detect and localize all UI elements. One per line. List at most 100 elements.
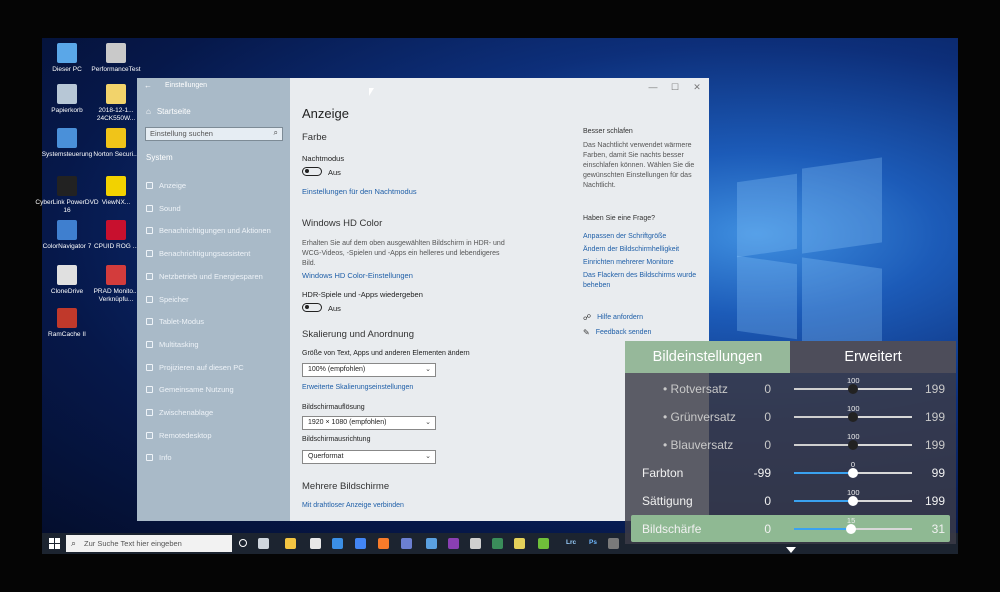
wireless-display-link[interactable]: Mit drahtloser Anzeige verbinden [302,502,404,509]
osd-row-sättigung[interactable]: Sättigung 0 100 199 [625,487,956,514]
file-explorer-icon[interactable] [285,538,296,549]
back-button[interactable]: ← [144,81,152,90]
sidebar-item-benachrichtigungsassistent[interactable]: Benachrichtigungsassistent [146,249,250,258]
osd-row-farbton[interactable]: Farbton -99 0 99 [625,459,956,486]
osd-slider-knob[interactable] [846,524,857,534]
sidebar-item-speicher[interactable]: Speicher [146,295,189,304]
app-icon-5[interactable] [492,538,503,549]
osd-row-grünversatz[interactable]: • Grünversatz 0 100 199 [625,403,956,430]
osd-slider[interactable]: 100 [794,488,912,506]
chrome-icon[interactable] [355,538,366,549]
osd-tab-picture-settings[interactable]: Bildeinstellungen [625,341,790,373]
desktop-icon-label: RamCache II [48,331,86,338]
app-icon-2[interactable] [401,538,412,549]
sidebar-item-label: Netzbetrieb und Energiesparen [159,271,263,281]
onenote-icon[interactable] [448,538,459,549]
app-icon-3[interactable] [426,538,437,549]
osd-slider[interactable]: 100 [794,432,912,450]
sidebar-item-sound[interactable]: Sound [146,204,181,213]
sidebar-item-label: Zwischenablage [159,408,214,417]
osd-slider-knob[interactable] [848,384,859,394]
help-link-flicker-2[interactable]: beheben [583,282,610,289]
sidebar-home-label: Startseite [156,107,191,116]
hdr-settings-link[interactable]: Windows HD Color-Einstellungen [302,271,413,280]
multitasking-icon [146,340,153,348]
nightmode-toggle[interactable] [302,167,322,176]
hdr-description-3: Bild. [302,260,316,267]
osd-row-max: 199 [924,382,945,396]
sidebar-item-multitasking[interactable]: Multitasking [146,340,199,349]
sidebar-item-label: Gemeinsame Nutzung [159,385,234,395]
start-button[interactable] [49,538,60,549]
sidebar-item-netzbetrieb-und-energiesparen[interactable]: Netzbetrieb und Energiesparen [146,272,263,281]
cortana-button[interactable] [239,539,247,547]
app-icon-4[interactable] [470,538,481,549]
osd-row-bildschärfe[interactable]: Bildschärfe 0 15 31 [631,515,950,542]
help-link-flicker[interactable]: Das Flackern des Bildschirms wurde [583,272,696,279]
maximize-button[interactable]: ☐ [668,81,682,93]
question-heading: Haben Sie eine Frage? [583,215,655,222]
resolution-dropdown[interactable]: 1920 × 1080 (empfohlen) ⌄ [302,416,436,430]
focus-assist-icon [146,250,153,258]
task-view-icon[interactable] [258,538,269,549]
settings-search-input[interactable]: Einstellung suchen ⌕ [145,127,283,141]
norton-icon [106,128,126,148]
help-link-font-size[interactable]: Anpassen der Schriftgröße [583,233,666,240]
app-icon[interactable] [310,538,321,549]
get-help-link[interactable]: ☍ Hilfe anfordern [583,313,643,322]
feedback-link[interactable]: ✎ Feedback senden [583,328,651,337]
osd-slider[interactable]: 0 [794,460,912,478]
app-icon-8[interactable] [608,538,619,549]
minimize-button[interactable]: — [646,81,660,93]
sidebar-item-remotedesktop[interactable]: Remotedesktop [146,431,212,440]
osd-slider[interactable]: 15 [794,516,912,534]
pc-icon [57,43,77,63]
osd-row-rotversatz[interactable]: • Rotversatz 0 100 199 [625,375,956,402]
cpuid-icon [106,220,126,240]
app-icon-7[interactable] [538,538,549,549]
app-icon-6[interactable] [514,538,525,549]
osd-row-value: 0 [764,382,771,396]
sidebar-item-zwischenablage[interactable]: Zwischenablage [146,408,213,417]
osd-slider-knob[interactable] [848,412,859,422]
tablet-icon [146,318,153,326]
sleep-text-1: Das Nachtlicht verwendet wärmere [583,142,692,149]
firefox-icon[interactable] [378,538,389,549]
sidebar-item-projizieren-auf-diesen-pc[interactable]: Projizieren auf diesen PC [146,363,244,372]
scale-dropdown[interactable]: 100% (empfohlen) ⌄ [302,363,436,377]
help-link-brightness[interactable]: Ändern der Bildschirmhelligkeit [583,246,679,253]
close-button[interactable]: ✕ [690,81,704,93]
desktop-icon[interactable]: PerformanceTest [84,43,148,74]
osd-row-label: • Blauversatz [663,438,734,452]
help-link-multi-monitor[interactable]: Einrichten mehrerer Monitore [583,259,674,266]
sidebar-item-tablet-modus[interactable]: Tablet-Modus [146,317,204,326]
desktop-icon[interactable]: RamCache II [35,308,99,339]
resolution-value: 1920 × 1080 (empfohlen) [308,419,387,426]
osd-slider-knob[interactable] [848,496,859,506]
edge-icon[interactable] [332,538,343,549]
sidebar-item-label: Speicher [159,294,189,304]
osd-slider[interactable]: 100 [794,376,912,394]
hdr-games-toggle[interactable] [302,303,322,312]
sidebar-home[interactable]: ⌂ Startseite [146,107,191,116]
taskbar-search-input[interactable]: ⌕ Zur Suche Text hier eingeben [66,535,232,552]
osd-row-value: 0 [764,494,771,508]
osd-slider-knob[interactable] [848,440,859,450]
osd-scroll-down-icon[interactable] [786,547,796,553]
orientation-dropdown[interactable]: Querformat ⌄ [302,450,436,464]
sidebar-item-benachrichtigungen-und-aktionen[interactable]: Benachrichtigungen und Aktionen [146,226,271,235]
scale-heading: Skalierung und Anordnung [302,329,414,340]
osd-row-blauversatz[interactable]: • Blauversatz 0 100 199 [625,431,956,458]
sidebar-item-gemeinsame-nutzung[interactable]: Gemeinsame Nutzung [146,385,234,394]
osd-slider[interactable]: 100 [794,404,912,422]
nightmode-settings-link[interactable]: Einstellungen für den Nachtmodus [302,187,417,196]
sidebar-item-anzeige[interactable]: Anzeige [146,181,186,190]
settings-sidebar: ← Einstellungen ⌂ Startseite Einstellung… [137,78,290,521]
advanced-scaling-link[interactable]: Erweiterte Skalierungseinstellungen [302,384,413,391]
osd-tab-advanced[interactable]: Erweitert [790,341,956,373]
desktop-icon-label: PerformanceTest [91,66,141,73]
page-title: Anzeige [302,106,349,121]
sidebar-item-info[interactable]: Info [146,453,172,462]
search-icon: ⌕ [273,128,278,137]
osd-slider-knob[interactable] [848,468,858,478]
